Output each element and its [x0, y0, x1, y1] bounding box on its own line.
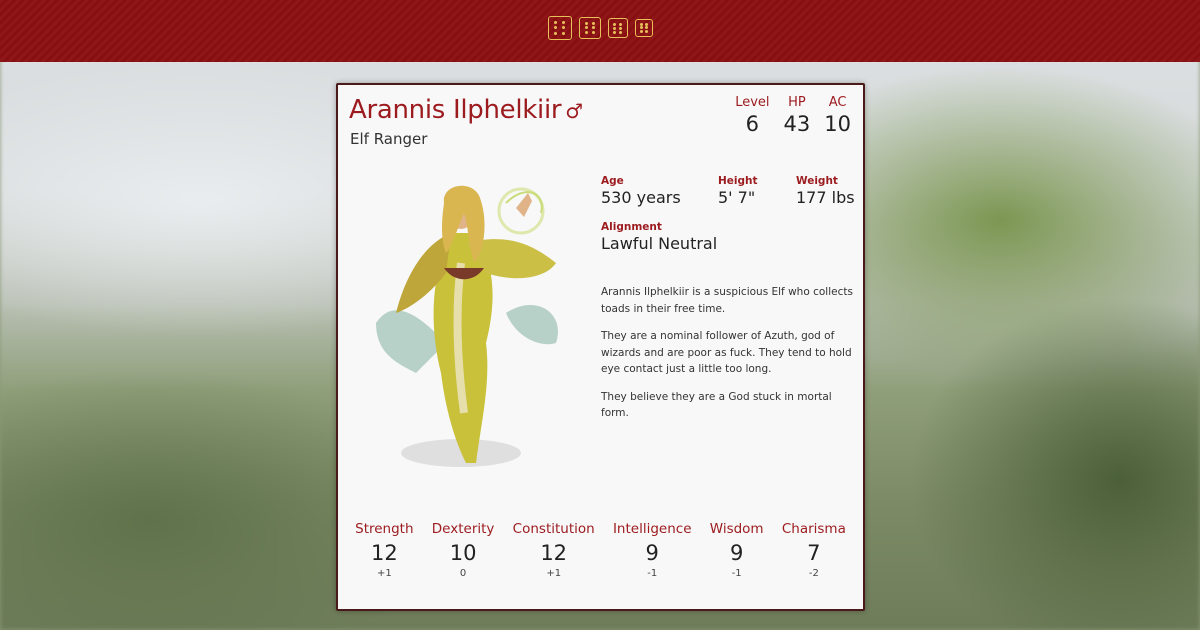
- attribute-age: Age 530 years: [601, 175, 681, 207]
- stat-value: 43: [783, 112, 811, 136]
- header-bar: [0, 0, 1200, 62]
- ability-score: 10: [449, 541, 477, 565]
- ability-score: 7: [807, 541, 821, 565]
- ability-charisma: Charisma 7 -2: [782, 521, 846, 579]
- male-gender-icon: ♂: [565, 99, 583, 123]
- dice-icon: [634, 19, 653, 37]
- bio-paragraph: They believe they are a God stuck in mor…: [601, 390, 832, 420]
- attribute-value: 530 years: [601, 188, 681, 207]
- dice-icon: [578, 17, 601, 39]
- dice-icon: [607, 18, 628, 38]
- ability-score: 9: [729, 541, 744, 565]
- ability-modifier: -2: [808, 568, 819, 579]
- top-stats: Level 6 HP 43 AC 10: [735, 95, 851, 136]
- attribute-height: Height 5' 7": [718, 175, 758, 207]
- character-card: Arannis Ilphelkiir ♂ Elf Ranger Level 6 H…: [336, 83, 865, 611]
- character-race-class: Elf Ranger: [350, 130, 428, 148]
- ability-label: Constitution: [512, 521, 595, 537]
- stat-hp: HP 43: [784, 95, 811, 136]
- ability-label: Charisma: [781, 521, 846, 537]
- attribute-weight: Weight 177 lbs: [796, 175, 855, 207]
- character-portrait: [376, 185, 558, 467]
- ability-scores: Strength 12 +1 Dexterity 10 0 Constituti…: [338, 521, 863, 579]
- bio-paragraph: They are a nominal follower of Azuth, go…: [601, 330, 852, 375]
- stat-label: AC: [828, 95, 847, 110]
- character-name: Arannis Ilphelkiir: [349, 95, 562, 125]
- character-name-row: Arannis Ilphelkiir ♂: [349, 95, 583, 125]
- ability-modifier: -1: [731, 568, 742, 579]
- ability-modifier: -1: [647, 568, 658, 579]
- attribute-label: Age: [601, 175, 624, 187]
- ability-label: Strength: [355, 521, 414, 537]
- ability-modifier: +1: [376, 568, 392, 579]
- ability-label: Wisdom: [709, 521, 764, 537]
- stat-level: Level 6: [735, 95, 769, 136]
- stat-ac: AC 10: [824, 95, 851, 136]
- bio-paragraph: Arannis Ilphelkiir is a suspicious Elf w…: [601, 286, 853, 315]
- stat-value: 6: [745, 112, 760, 136]
- attribute-value: Lawful Neutral: [601, 234, 718, 253]
- ability-label: Intelligence: [612, 521, 692, 537]
- ability-label: Dexterity: [431, 521, 495, 537]
- stat-label: HP: [788, 95, 806, 110]
- ability-strength: Strength 12 +1: [355, 521, 413, 579]
- attribute-label: Weight: [796, 175, 838, 187]
- ability-score: 12: [540, 541, 568, 565]
- ability-modifier: 0: [459, 568, 467, 579]
- ability-score: 9: [645, 541, 659, 565]
- stat-label: Level: [735, 95, 770, 110]
- ability-intelligence: Intelligence 9 -1: [613, 521, 692, 579]
- dice-logo[interactable]: [547, 16, 653, 40]
- attribute-label: Alignment: [601, 221, 662, 233]
- attribute-alignment: Alignment Lawful Neutral: [601, 221, 717, 253]
- stat-value: 10: [824, 112, 851, 136]
- ability-modifier: +1: [546, 568, 562, 579]
- character-bio: Arannis Ilphelkiir is a suspicious Elf w…: [601, 284, 853, 433]
- attribute-value: 177 lbs: [796, 188, 855, 207]
- dice-icon: [547, 16, 572, 40]
- attribute-value: 5' 7": [718, 188, 756, 207]
- ability-wisdom: Wisdom 9 -1: [710, 521, 764, 579]
- ability-dexterity: Dexterity 10 0: [432, 521, 495, 579]
- ability-score: 12: [370, 541, 398, 565]
- attribute-label: Height: [718, 175, 758, 187]
- ability-constitution: Constitution 12 +1: [513, 521, 595, 579]
